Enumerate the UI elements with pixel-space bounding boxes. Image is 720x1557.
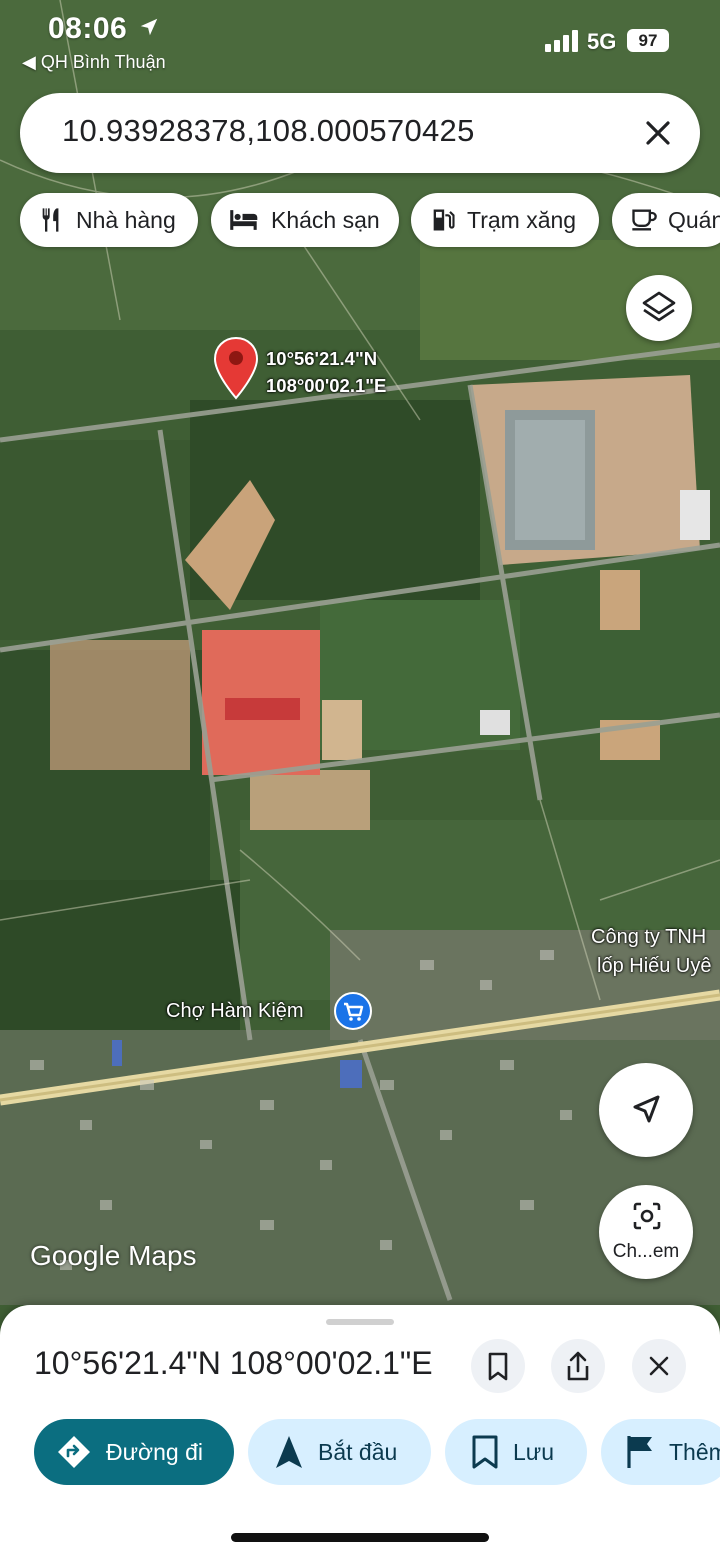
- place-bottom-sheet[interactable]: 10°56'21.4"N 108°00'02.1"E Đường đi Bắt …: [0, 1305, 720, 1557]
- save-label: Lưu: [513, 1438, 554, 1465]
- my-location-button[interactable]: [599, 1063, 693, 1157]
- layers-icon: [642, 291, 676, 322]
- place-label-line: lốp Hiếu Uyê: [597, 955, 712, 977]
- status-time: 08:06: [48, 12, 128, 45]
- directions-icon: [58, 1436, 90, 1468]
- chip-gas-stations[interactable]: Trạm xăng: [411, 193, 599, 247]
- more-button[interactable]: Thêm: [601, 1419, 720, 1485]
- camera-lens-icon: [633, 1202, 661, 1230]
- battery-indicator: 97: [627, 29, 669, 52]
- google-maps-logo: Google Maps: [30, 1240, 197, 1271]
- bookmark-icon: [472, 1435, 498, 1469]
- pin-latitude: 10°56'21.4"N: [266, 348, 378, 369]
- home-indicator[interactable]: [231, 1533, 489, 1542]
- navigation-arrow-icon: [276, 1436, 302, 1468]
- network-type: 5G: [587, 29, 617, 54]
- directions-label: Đường đi: [106, 1438, 203, 1465]
- share-button[interactable]: [551, 1339, 605, 1393]
- chip-restaurants[interactable]: Nhà hàng: [20, 193, 198, 247]
- place-label-market[interactable]: Chợ Hàm Kiệm: [166, 997, 304, 1026]
- layers-button[interactable]: [626, 275, 692, 341]
- bookmark-button[interactable]: [471, 1339, 525, 1393]
- location-arrow-icon: [140, 18, 158, 36]
- back-to-app-link[interactable]: ◀ QH Bình Thuận: [22, 52, 166, 73]
- status-bar: 08:06 ◀ QH Bình Thuận 5G 97: [0, 0, 720, 80]
- close-icon: [649, 1356, 669, 1376]
- gas-station-icon: [433, 209, 455, 231]
- start-label: Bắt đầu: [318, 1438, 398, 1465]
- chip-label: Nhà hàng: [76, 206, 176, 233]
- navigation-arrow-icon: [633, 1095, 660, 1123]
- coffee-cup-icon: [632, 209, 657, 231]
- place-label-company[interactable]: Công ty TNH lốp Hiếu Uyê: [591, 923, 712, 981]
- chip-cafes[interactable]: Quán: [612, 193, 720, 247]
- share-icon: [567, 1351, 589, 1381]
- place-label-line: Công ty TNH: [591, 926, 707, 948]
- sheet-drag-handle[interactable]: [326, 1319, 394, 1325]
- search-input[interactable]: 10.93928378,108.000570425: [62, 113, 475, 149]
- close-icon[interactable]: [638, 113, 678, 153]
- map-pin-icon[interactable]: [212, 336, 260, 402]
- more-label: Thêm: [669, 1438, 720, 1465]
- pin-longitude: 108°00'02.1"E: [266, 375, 387, 396]
- flag-icon: [627, 1436, 652, 1468]
- chip-label: Khách sạn: [271, 206, 380, 233]
- shopping-cart-icon[interactable]: [334, 992, 372, 1030]
- bookmark-icon: [488, 1352, 508, 1381]
- signal-icon: [545, 30, 578, 52]
- chip-label: Quán: [668, 206, 720, 233]
- pin-coordinates-label: 10°56'21.4"N 108°00'02.1"E: [266, 345, 386, 399]
- save-button[interactable]: Lưu: [445, 1419, 587, 1485]
- search-bar[interactable]: 10.93928378,108.000570425: [20, 93, 700, 173]
- lens-label: Ch...em: [612, 1241, 680, 1262]
- chip-label: Trạm xăng: [467, 206, 577, 233]
- chip-hotels[interactable]: Khách sạn: [211, 193, 399, 247]
- place-title: 10°56'21.4"N 108°00'02.1"E: [34, 1345, 433, 1381]
- directions-button[interactable]: Đường đi: [34, 1419, 234, 1485]
- close-sheet-button[interactable]: [632, 1339, 686, 1393]
- start-button[interactable]: Bắt đầu: [248, 1419, 431, 1485]
- fork-knife-icon: [42, 208, 59, 232]
- lens-button[interactable]: Ch...em: [599, 1185, 693, 1279]
- bed-icon: [230, 210, 258, 230]
